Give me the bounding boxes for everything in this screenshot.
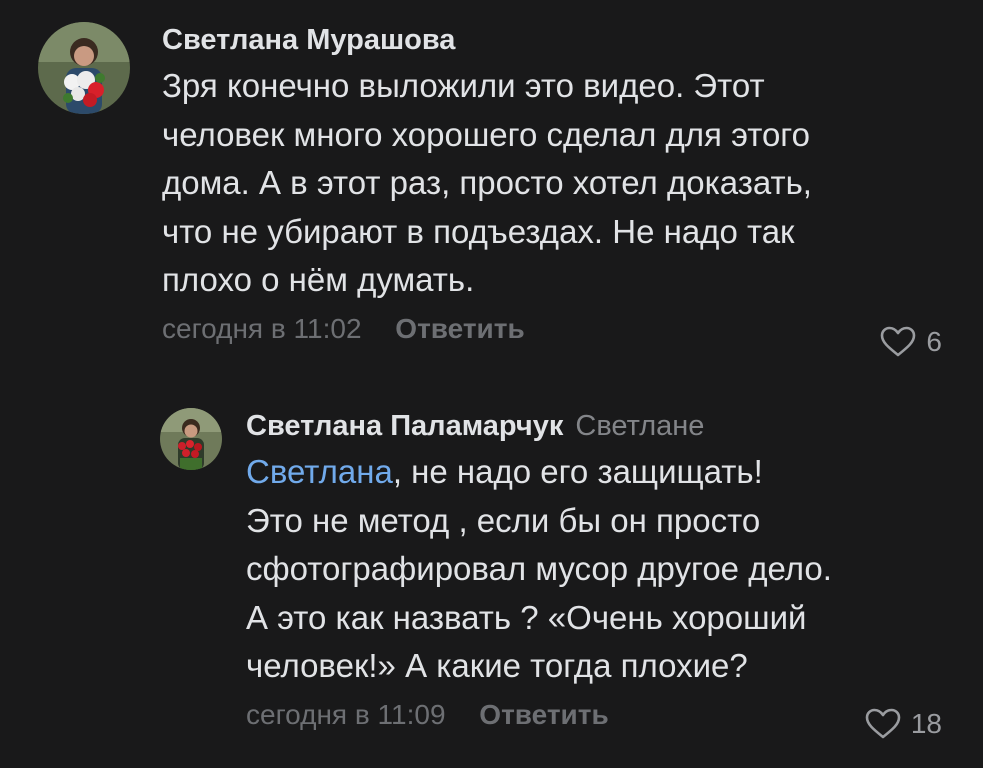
like-button[interactable]: 6	[880, 326, 942, 358]
comment-text-line: сфотографировал мусор другое дело.	[246, 550, 832, 587]
avatar-woman-with-roses-icon	[160, 408, 222, 470]
comment-text-line: Светлана, не надо его защищать!	[246, 448, 946, 497]
like-count: 18	[910, 708, 942, 739]
avatar-woman-with-flowers-icon	[38, 22, 130, 114]
avatar[interactable]	[38, 22, 130, 114]
comment-text-fragment: , не надо его защищать!	[392, 453, 763, 490]
author-name[interactable]: Светлана Мурашова	[162, 22, 922, 58]
like-button[interactable]: 18	[865, 708, 942, 740]
comment-text-line: человек много хорошего сделал для этого	[162, 115, 810, 153]
comment-text-line: Это не метод , если бы он просто	[246, 501, 761, 539]
comment-body: Светлана Мурашова Зря конечно выложили э…	[162, 22, 922, 347]
timestamp: сегодня в 11:09	[246, 698, 446, 730]
like-count: 6	[926, 326, 942, 357]
comment-text-line: человек!» А какие тогда плохие?	[246, 647, 748, 684]
avatar[interactable]	[160, 408, 222, 470]
comment-text: Светлана, не надо его защищать! Это не м…	[246, 448, 946, 691]
reply-to-label[interactable]: Светлане	[575, 410, 704, 442]
comment-meta: сегодня в 11:02 Ответить	[162, 311, 922, 347]
timestamp: сегодня в 11:02	[162, 312, 362, 344]
comment-text-line: дома. А в этот раз, просто хотел доказат…	[162, 164, 812, 201]
heart-icon	[865, 708, 901, 739]
comment-meta: сегодня в 11:09 Ответить	[246, 697, 946, 733]
comment-text-line: А это как назвать ? «Очень хороший	[246, 598, 807, 636]
comment-text-line: плохо о нём думать.	[162, 261, 475, 298]
reply-button[interactable]: Ответить	[395, 313, 524, 344]
heart-icon	[881, 326, 916, 357]
mention-link[interactable]: Светлана	[246, 453, 393, 490]
comment-text-line: что не убирают в подъездах. Не надо так	[162, 212, 795, 250]
comment-text-line: Зря конечно выложили это видео. Этот	[162, 67, 765, 104]
reply-button[interactable]: Ответить	[479, 699, 608, 730]
author-line: Светлана Паламарчук Светлане	[246, 408, 946, 444]
author-name[interactable]: Светлана Паламарчук	[246, 410, 563, 442]
comment-text: Зря конечно выложили это видео. Этот чел…	[162, 62, 922, 305]
comment-body: Светлана Паламарчук Светлане Светлана, не…	[246, 408, 946, 733]
